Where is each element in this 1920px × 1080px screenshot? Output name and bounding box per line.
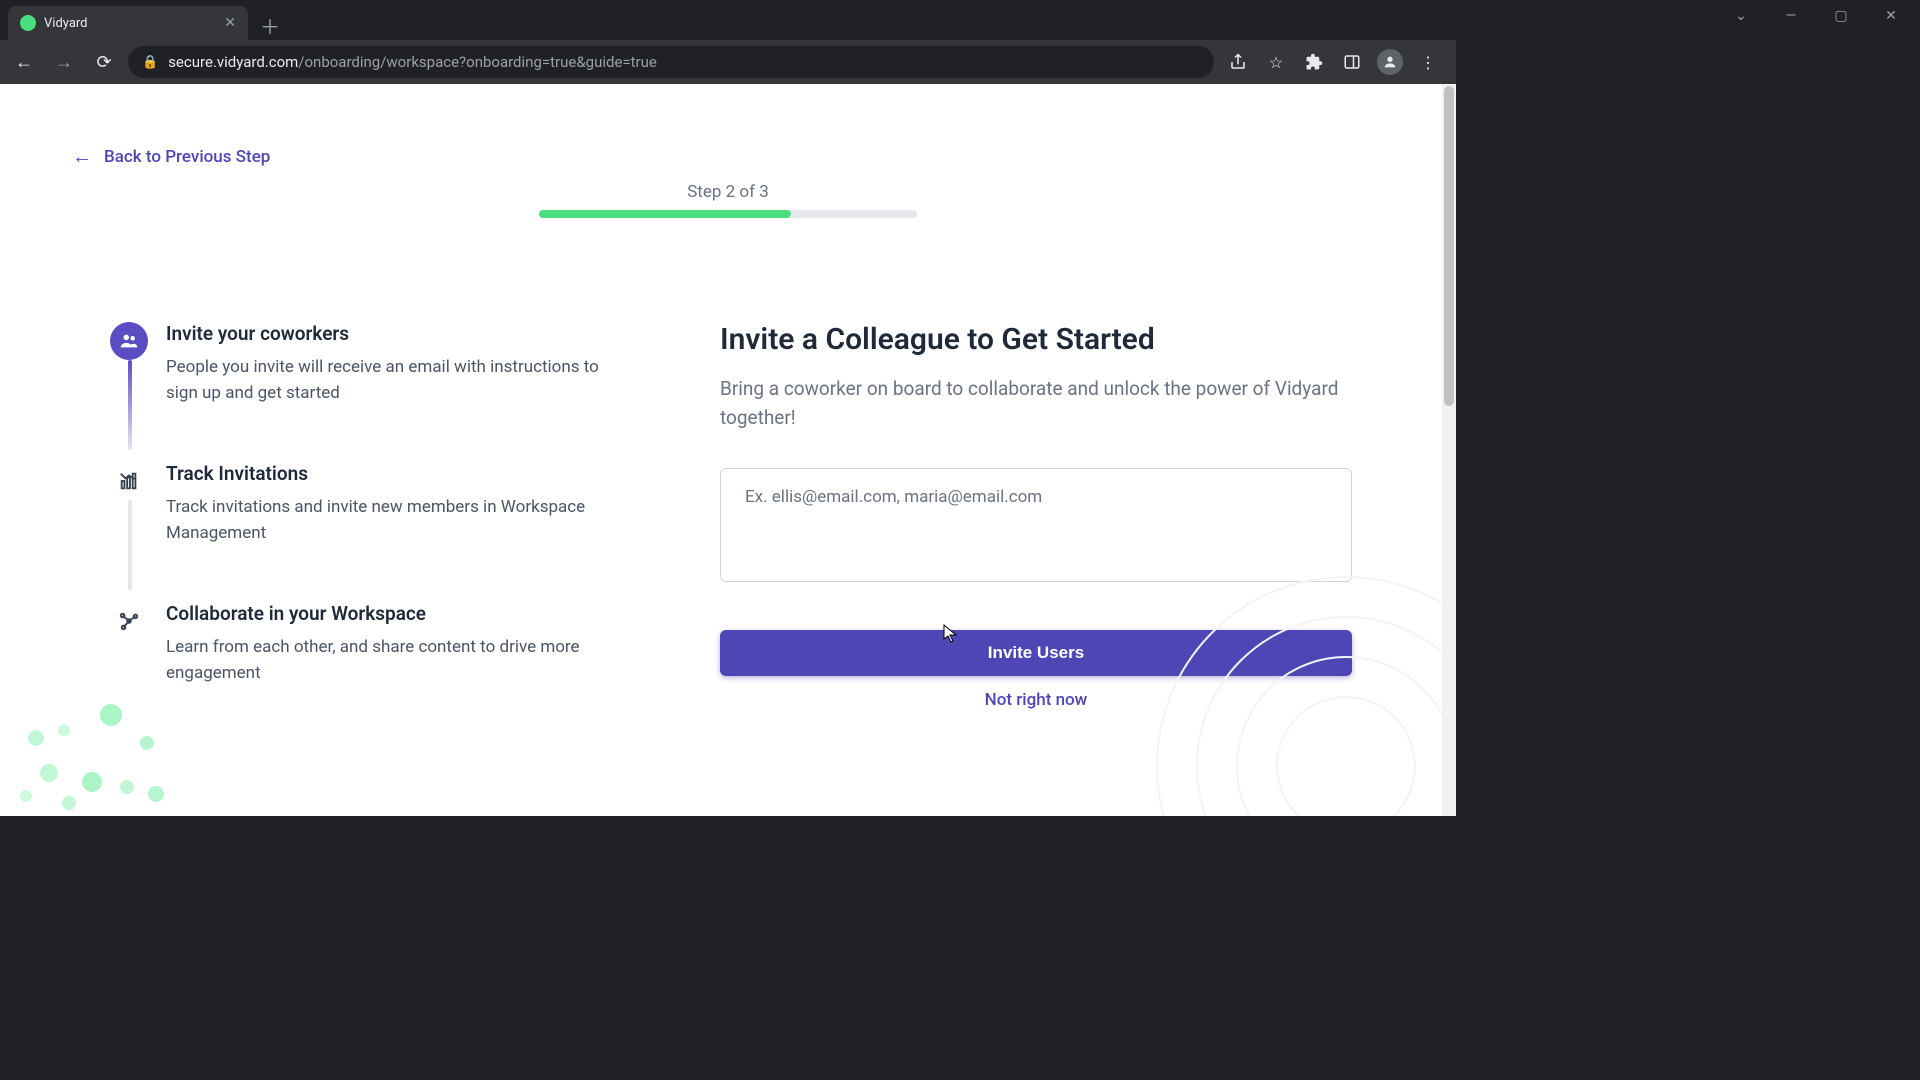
skip-link[interactable]: Not right now <box>720 690 1352 710</box>
back-to-previous-link[interactable]: ← Back to Previous Step <box>72 144 270 169</box>
toolbar-right: ☆ ⋮ <box>1222 46 1448 78</box>
step-indicator: Step 2 of 3 <box>687 182 769 202</box>
invite-form: Invite a Colleague to Get Started Bring … <box>650 322 1352 742</box>
step-desc: Track invitations and invite new members… <box>166 495 610 546</box>
url-domain: secure.vidyard.com <box>168 53 298 71</box>
network-icon <box>110 602 148 640</box>
people-icon <box>110 322 148 360</box>
browser-tab[interactable]: Vidyard ✕ <box>8 6 248 40</box>
scrollbar-thumb[interactable] <box>1444 86 1454 406</box>
page-content: ← Back to Previous Step Step 2 of 3 Invi… <box>0 84 1456 816</box>
back-link-label: Back to Previous Step <box>104 147 270 167</box>
profile-button[interactable] <box>1374 46 1406 78</box>
step-item-invite: Invite your coworkers People you invite … <box>110 322 610 406</box>
browser-toolbar: ← → ⟳ 🔒 secure.vidyard.com/onboarding/wo… <box>0 40 1456 84</box>
menu-icon[interactable]: ⋮ <box>1412 46 1444 78</box>
url-bar[interactable]: 🔒 secure.vidyard.com/onboarding/workspac… <box>128 46 1214 78</box>
close-window-icon[interactable]: ✕ <box>1876 8 1906 24</box>
progress-fill <box>539 210 791 218</box>
share-icon[interactable] <box>1222 46 1254 78</box>
tabs-dropdown-icon[interactable]: ⌄ <box>1726 8 1756 24</box>
favicon-icon <box>20 15 36 31</box>
minimize-icon[interactable]: ― <box>1776 8 1806 24</box>
steps-list: Invite your coworkers People you invite … <box>110 322 650 742</box>
maximize-icon[interactable]: ▢ <box>1826 8 1856 24</box>
tab-bar: Vidyard ✕ ＋ <box>0 0 1456 40</box>
scrollbar[interactable] <box>1442 84 1456 816</box>
step-desc: Learn from each other, and share content… <box>166 635 610 686</box>
forward-button[interactable]: → <box>48 46 80 78</box>
form-heading: Invite a Colleague to Get Started <box>720 322 1352 357</box>
step-item-track: Track Invitations Track invitations and … <box>110 462 610 546</box>
bookmark-icon[interactable]: ☆ <box>1260 46 1292 78</box>
reload-button[interactable]: ⟳ <box>88 46 120 78</box>
tab-title: Vidyard <box>44 16 216 31</box>
progress-bar <box>539 210 917 218</box>
arrow-left-icon: ← <box>72 144 92 169</box>
step-title: Invite your coworkers <box>166 322 610 345</box>
url-path: /onboarding/workspace?onboarding=true&gu… <box>298 53 657 71</box>
email-input[interactable] <box>720 468 1352 582</box>
close-tab-icon[interactable]: ✕ <box>224 15 236 31</box>
extensions-icon[interactable] <box>1298 46 1330 78</box>
form-subheading: Bring a coworker on board to collaborate… <box>720 375 1352 432</box>
step-item-collaborate: Collaborate in your Workspace Learn from… <box>110 602 610 686</box>
analytics-icon <box>110 462 148 500</box>
step-title: Track Invitations <box>166 462 610 485</box>
lock-icon: 🔒 <box>142 55 158 70</box>
invite-users-button[interactable]: Invite Users <box>720 630 1352 676</box>
window-controls: ⌄ ― ▢ ✕ <box>1712 0 1920 32</box>
step-desc: People you invite will receive an email … <box>166 355 610 406</box>
back-button[interactable]: ← <box>8 46 40 78</box>
browser-chrome: ⌄ ― ▢ ✕ Vidyard ✕ ＋ ← → ⟳ 🔒 secure.vidya… <box>0 0 1456 84</box>
sidepanel-icon[interactable] <box>1336 46 1368 78</box>
new-tab-button[interactable]: ＋ <box>248 11 292 40</box>
step-title: Collaborate in your Workspace <box>166 602 610 625</box>
